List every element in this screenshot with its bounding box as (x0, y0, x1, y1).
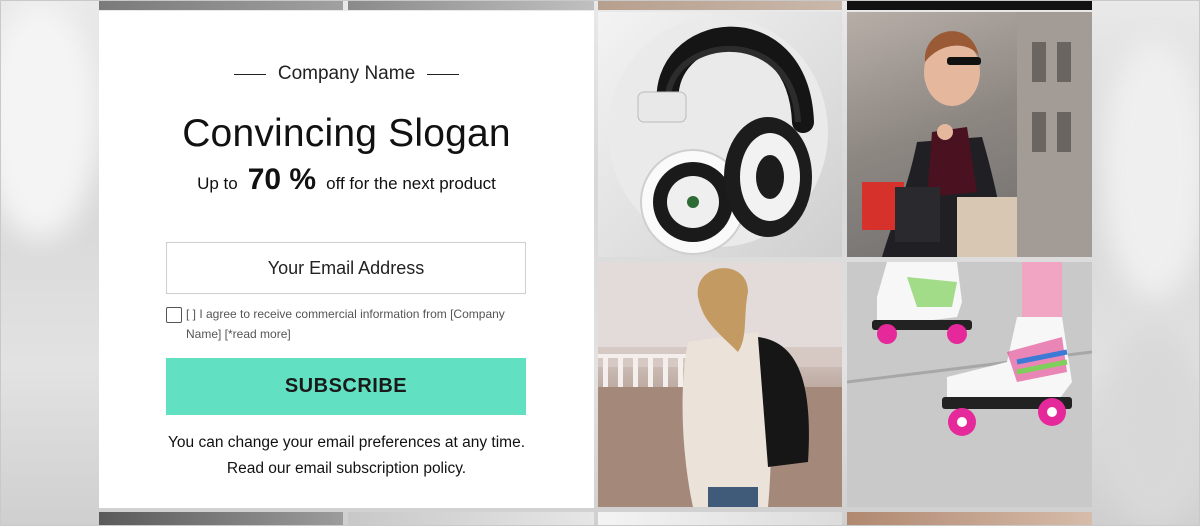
consent-row: [ ] I agree to receive commercial inform… (166, 307, 526, 344)
email-preferences-note: You can change your email preferences at… (99, 430, 594, 482)
company-name: Company Name (277, 63, 416, 84)
bottom-photo-strip (598, 512, 842, 526)
offer-line: Up to 70 % off for the next product (99, 163, 594, 197)
divider-left (233, 73, 266, 75)
woman-shopping-illustration (862, 12, 1092, 257)
roller-skates-photo (847, 262, 1092, 507)
background-cloud (1100, 40, 1200, 300)
footnote-line-1: You can change your email preferences at… (168, 434, 525, 451)
subscription-policy-link[interactable]: Read our email subscription policy. (99, 456, 594, 482)
background-cloud (1100, 330, 1200, 526)
newsletter-signup-panel: Company Name Convincing Slogan Up to 70 … (99, 11, 594, 508)
consent-label: [ ] I agree to receive commercial inform… (186, 307, 505, 341)
company-header: Company Name (99, 63, 594, 85)
top-photo-strip (99, 0, 343, 10)
woman-with-backpack-photo (598, 262, 842, 507)
headphones-illustration (608, 17, 828, 255)
offer-value: 70 % (247, 163, 317, 196)
offer-suffix: off for the next product (326, 174, 496, 193)
woman-backpack-illustration (598, 262, 842, 507)
consent-checkbox[interactable] (166, 307, 182, 323)
divider-right (427, 73, 460, 75)
bottom-photo-strip (348, 512, 594, 526)
top-photo-strip (348, 0, 594, 10)
email-input[interactable] (166, 242, 526, 294)
headphones-photo (598, 12, 842, 257)
slogan-heading: Convincing Slogan (182, 112, 511, 155)
bottom-photo-strip (99, 512, 343, 526)
offer-prefix: Up to (197, 174, 238, 193)
subscribe-button[interactable]: SUBSCRIBE (166, 358, 526, 415)
roller-skates-illustration (847, 262, 1092, 507)
top-photo-strip (847, 0, 1092, 10)
top-photo-strip (598, 0, 842, 10)
background-cloud (0, 0, 100, 240)
bottom-photo-strip (847, 512, 1092, 526)
woman-with-shopping-bags-photo (847, 12, 1092, 257)
